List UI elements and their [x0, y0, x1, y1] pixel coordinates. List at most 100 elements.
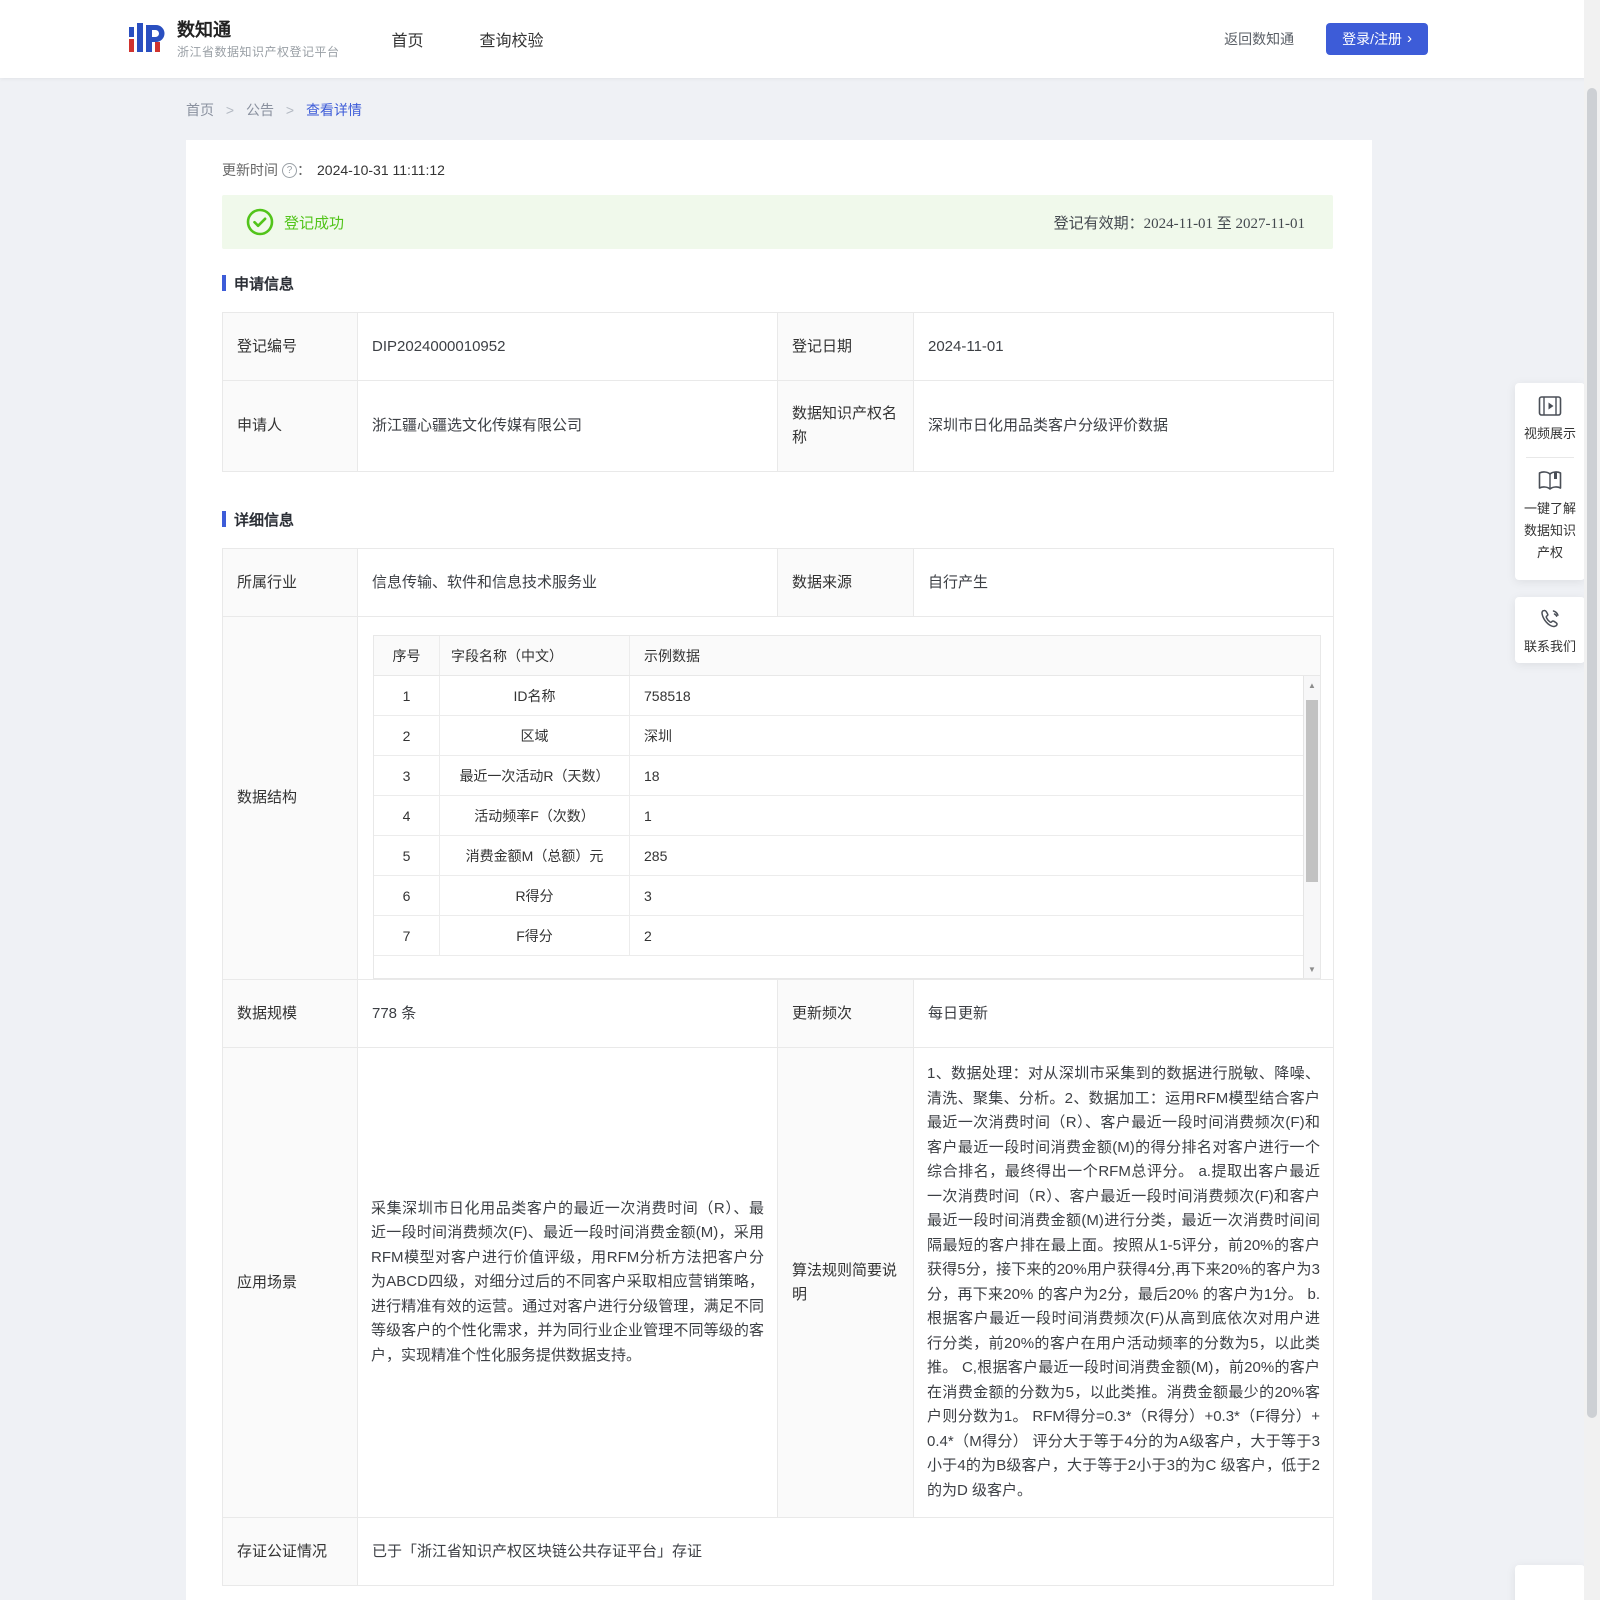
breadcrumb: 首页 > 公告 > 查看详情 — [186, 100, 362, 120]
back-to-shuzhitong-link[interactable]: 返回数知通 — [1224, 29, 1294, 49]
reg-no-value: DIP2024000010952 — [357, 312, 778, 381]
reg-date-label: 登记日期 — [777, 312, 914, 381]
table-row: 存证公证情况 已于「浙江省知识产权区块链公共存证平台」存证 — [222, 1517, 1334, 1586]
page-scrollbar-thumb[interactable] — [1587, 88, 1597, 1418]
table-row: 4 活动频率F（次数） 1 — [374, 796, 1303, 836]
book-icon — [1538, 471, 1562, 490]
table-row: 3 最近一次活动R（天数） 18 — [374, 756, 1303, 796]
section-marker — [222, 511, 226, 527]
algorithm-value: 1、数据处理：对从深圳市采集到的数据进行脱敏、降噪、清洗、聚集、分析。2、数据加… — [913, 1047, 1334, 1518]
reg-date-value: 2024-11-01 — [913, 312, 1334, 381]
scale-value: 778 条 — [357, 979, 778, 1048]
section-marker — [222, 275, 226, 291]
table-row: 2 区域 深圳 — [374, 716, 1303, 756]
structure-header-row: 序号 字段名称（中文） 示例数据 — [374, 636, 1320, 676]
cell-index: 3 — [374, 756, 440, 795]
cell-sample: 1 — [644, 807, 652, 824]
ip-name-value: 深圳市日化用品类客户分级评价数据 — [913, 380, 1334, 472]
video-icon — [1538, 396, 1562, 416]
table-row: 6 R得分 3 — [374, 876, 1303, 916]
logo[interactable]: 数知通 浙江省数据知识产权登记平台 — [125, 18, 340, 60]
update-time-colon: ： — [297, 162, 311, 178]
application-info-table: 登记编号 DIP2024000010952 登记日期 2024-11-01 申请… — [222, 312, 1334, 472]
col-header-sample: 示例数据 — [644, 647, 700, 664]
table-row: 5 消费金额M（总额）元 285 — [374, 836, 1303, 876]
frequency-value: 每日更新 — [913, 979, 1334, 1048]
inner-table-scrollbar[interactable]: ▲ ▼ — [1303, 676, 1320, 978]
phone-icon — [1541, 609, 1559, 628]
scroll-up-arrow-icon[interactable]: ▲ — [1304, 678, 1320, 692]
breadcrumb-announcement[interactable]: 公告 — [246, 102, 274, 118]
scrollbar-thumb[interactable] — [1306, 700, 1318, 882]
algorithm-label: 算法规则简要说明 — [777, 1047, 914, 1518]
table-row: 1 ID名称 758518 — [374, 676, 1303, 716]
detail-info-table: 所属行业 信息传输、软件和信息技术服务业 数据来源 自行产生 数据结构 序号 字… — [222, 548, 1334, 1586]
detail-card: 更新时间 ? ： 2024-10-31 11:11:12 登记成功 登记有效期：… — [186, 140, 1372, 1600]
cell-index: 6 — [374, 876, 440, 915]
structure-label: 数据结构 — [222, 616, 358, 980]
nav-item-query[interactable]: 查询校验 — [480, 27, 544, 51]
header-right: 返回数知通 登录/注册 › — [1224, 23, 1428, 55]
app-header: 数知通 浙江省数据知识产权登记平台 首页 查询校验 返回数知通 登录/注册 › — [0, 0, 1600, 78]
table-row: 申请人 浙江疆心疆选文化传媒有限公司 数据知识产权名称 深圳市日化用品类客户分级… — [222, 380, 1334, 472]
table-row: 数据结构 序号 字段名称（中文） 示例数据 1 ID名称 758518 2 区域… — [222, 616, 1334, 980]
cell-field-name: R得分 — [440, 876, 630, 915]
section-detail: 详细信息 — [222, 508, 1333, 530]
divider — [1526, 457, 1574, 458]
logo-icon — [129, 23, 165, 52]
cell-index: 5 — [374, 836, 440, 875]
contact-us-card[interactable]: 联系我们 — [1515, 597, 1585, 663]
logo-subtitle: 浙江省数据知识产权登记平台 — [177, 44, 340, 59]
logo-title: 数知通 — [177, 19, 231, 40]
table-row: 应用场景 采集深圳市日化用品类客户的最近一次消费时间（R）、最近一段时间消费频次… — [222, 1047, 1334, 1518]
cell-field-name: ID名称 — [440, 676, 630, 715]
cell-sample: 285 — [644, 847, 668, 864]
update-time-label: 更新时间 — [222, 162, 278, 178]
scenario-label: 应用场景 — [222, 1047, 358, 1518]
status-badge: 登记成功 — [284, 214, 345, 232]
cell-index: 4 — [374, 796, 440, 835]
col-header-index: 序号 — [374, 636, 440, 675]
video-showcase-item[interactable]: 视频展示 — [1524, 395, 1576, 445]
notary-label: 存证公证情况 — [222, 1517, 358, 1586]
source-value: 自行产生 — [913, 548, 1334, 617]
validity-period: 登记有效期：2024-11-01 至 2027-11-01 — [1053, 215, 1305, 232]
section-title: 详细信息 — [234, 511, 295, 529]
cell-index: 2 — [374, 716, 440, 755]
login-register-label: 登录/注册 — [1342, 31, 1402, 47]
section-title: 申请信息 — [234, 275, 295, 293]
logo-text: 数知通 浙江省数据知识产权登记平台 — [177, 19, 340, 60]
table-row: 数据规模 778 条 更新频次 每日更新 — [222, 979, 1334, 1048]
video-showcase-label: 视频展示 — [1523, 426, 1576, 441]
chevron-right-icon: › — [1407, 29, 1412, 47]
main-nav: 首页 查询校验 — [392, 27, 544, 51]
update-time-row: 更新时间 ? ： 2024-10-31 11:11:12 — [222, 140, 1333, 182]
side-panel-bottom-partial[interactable] — [1515, 1565, 1585, 1600]
cell-index: 1 — [374, 676, 440, 715]
table-row: 所属行业 信息传输、软件和信息技术服务业 数据来源 自行产生 — [222, 548, 1334, 617]
industry-label: 所属行业 — [222, 548, 358, 617]
applicant-label: 申请人 — [222, 380, 358, 472]
notary-value: 已于「浙江省知识产权区块链公共存证平台」存证 — [357, 1517, 1334, 1586]
ip-guide-label: 一键了解数据知识产权 — [1523, 501, 1576, 560]
cell-field-name: 消费金额M（总额）元 — [440, 836, 630, 875]
cell-field-name: 活动频率F（次数） — [440, 796, 630, 835]
scroll-down-arrow-icon[interactable]: ▼ — [1304, 962, 1320, 976]
data-structure-table: 序号 字段名称（中文） 示例数据 1 ID名称 758518 2 区域 深圳 3… — [373, 635, 1321, 979]
breadcrumb-current: 查看详情 — [305, 102, 362, 118]
cell-field-name: F得分 — [440, 916, 630, 955]
nav-item-home[interactable]: 首页 — [392, 27, 424, 51]
ip-guide-item[interactable]: 一键了解数据知识产权 — [1521, 470, 1579, 564]
cell-sample: 18 — [644, 767, 660, 784]
help-circle-icon[interactable]: ? — [282, 162, 297, 178]
login-register-button[interactable]: 登录/注册 › — [1326, 23, 1428, 55]
breadcrumb-home[interactable]: 首页 — [186, 102, 214, 118]
structure-value-cell: 序号 字段名称（中文） 示例数据 1 ID名称 758518 2 区域 深圳 3… — [357, 616, 1334, 980]
industry-value: 信息传输、软件和信息技术服务业 — [357, 548, 778, 617]
section-application: 申请信息 — [222, 272, 1333, 294]
col-header-field-name: 字段名称（中文） — [440, 636, 630, 675]
structure-table-body: 1 ID名称 758518 2 区域 深圳 3 最近一次活动R（天数） 18 4… — [374, 676, 1320, 978]
page-scrollbar[interactable] — [1584, 0, 1600, 1600]
breadcrumb-separator: > — [285, 102, 295, 118]
registration-success-banner: 登记成功 登记有效期：2024-11-01 至 2027-11-01 — [222, 195, 1333, 249]
